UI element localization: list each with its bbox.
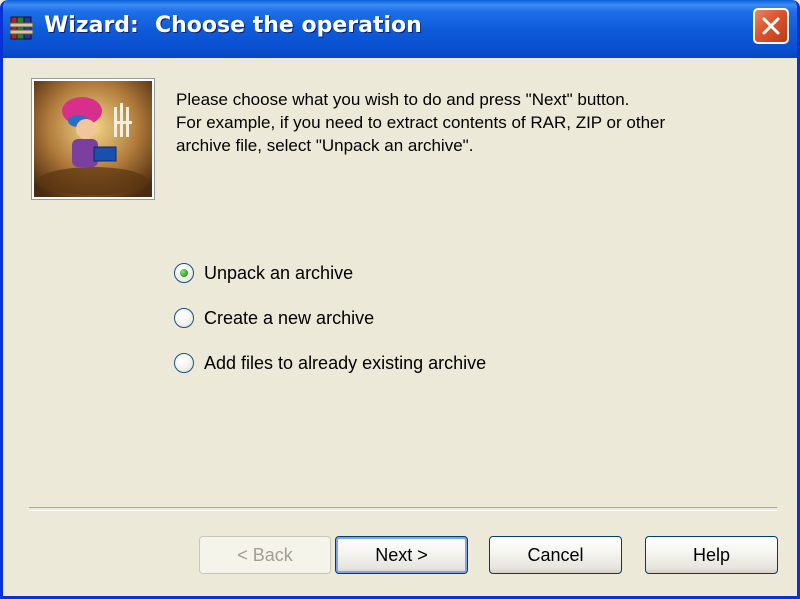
back-button[interactable]: < Back xyxy=(199,536,331,574)
cancel-button[interactable]: Cancel xyxy=(489,536,622,574)
radio-button[interactable] xyxy=(174,353,194,373)
radio-unpack-archive[interactable]: Unpack an archive xyxy=(174,261,353,285)
radio-label[interactable]: Add files to already existing archive xyxy=(204,353,486,374)
window-title-prefix: Wizard: xyxy=(44,13,139,38)
separator xyxy=(29,507,777,511)
next-button[interactable]: Next > xyxy=(335,536,468,574)
wizard-window: Wizard: Choose the operation Please choo… xyxy=(0,0,800,599)
instructions-text: Please choose what you wish to do and pr… xyxy=(176,88,776,157)
radio-button-selected[interactable] xyxy=(174,263,194,283)
radio-button[interactable] xyxy=(174,308,194,328)
instructions-line-2: For example, if you need to extract cont… xyxy=(176,113,666,132)
instructions-line-1: Please choose what you wish to do and pr… xyxy=(176,90,630,109)
instructions-line-3: archive file, select "Unpack an archive"… xyxy=(176,136,474,155)
radio-selected-dot xyxy=(180,269,188,277)
radio-add-to-archive[interactable]: Add files to already existing archive xyxy=(174,351,486,375)
winrar-books-icon[interactable] xyxy=(8,14,36,42)
help-button[interactable]: Help xyxy=(645,536,778,574)
radio-label[interactable]: Unpack an archive xyxy=(204,263,353,284)
close-button[interactable] xyxy=(753,8,789,44)
radio-label[interactable]: Create a new archive xyxy=(204,308,374,329)
close-icon xyxy=(762,17,780,35)
wizard-illustration xyxy=(32,79,154,199)
radio-create-archive[interactable]: Create a new archive xyxy=(174,306,374,330)
window-title: Choose the operation xyxy=(155,13,422,38)
title-bar[interactable]: Wizard: Choose the operation xyxy=(3,0,797,58)
